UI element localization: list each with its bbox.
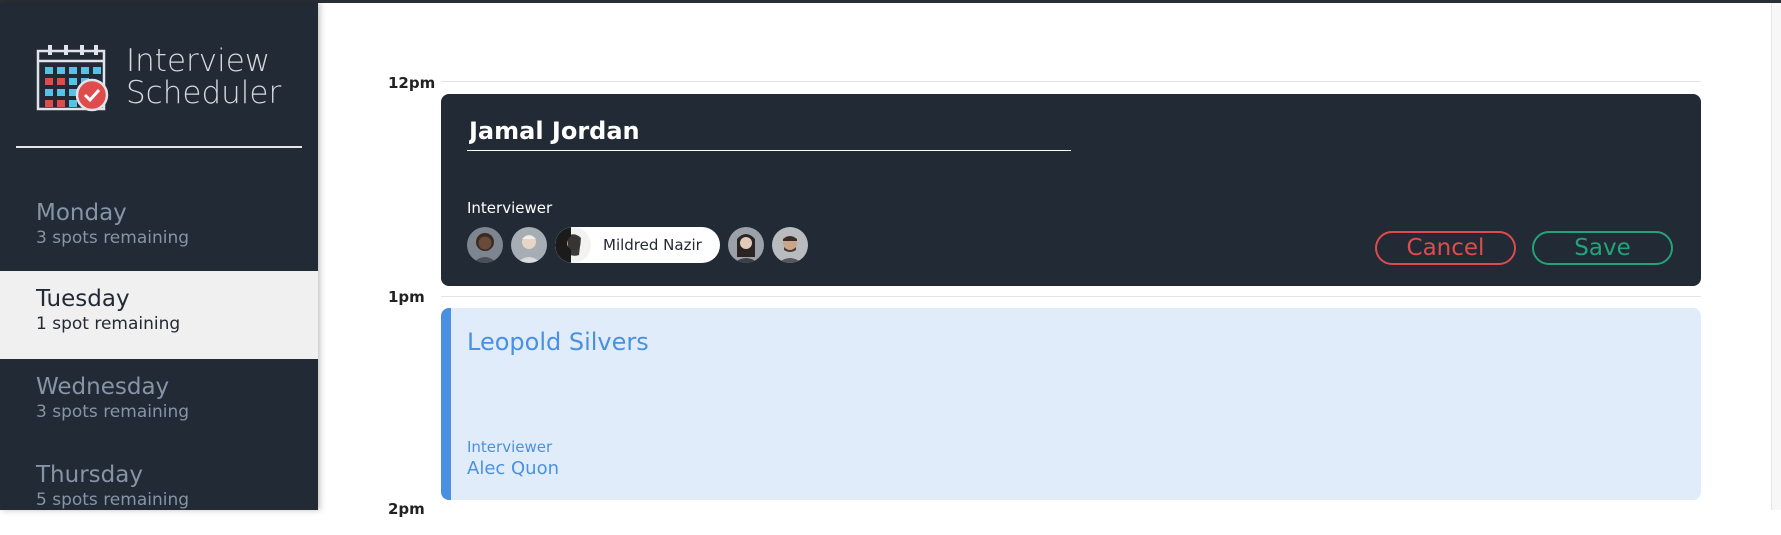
time-label: 2pm bbox=[388, 500, 425, 518]
vertical-scrollbar[interactable] bbox=[1771, 3, 1781, 510]
appointment-interviewer-label: Interviewer bbox=[467, 438, 553, 456]
interviewer-avatar[interactable] bbox=[727, 227, 764, 263]
selected-interviewer-chip[interactable]: Mildred Nazir bbox=[555, 227, 720, 263]
interviewer-list: Mildred Nazir bbox=[467, 227, 816, 263]
day-name: Tuesday bbox=[36, 286, 130, 312]
time-label: 12pm bbox=[388, 74, 436, 92]
appointment-student: Leopold Silvers bbox=[467, 328, 649, 356]
selected-interviewer-name: Mildred Nazir bbox=[603, 236, 702, 254]
day-name: Monday bbox=[36, 200, 127, 226]
day-spots: 3 spots remaining bbox=[36, 228, 190, 248]
appointment-form: Interviewer Mildred Nazir Cancel Save bbox=[441, 94, 1701, 286]
hour-line bbox=[441, 81, 1701, 82]
interviewer-label: Interviewer bbox=[467, 199, 553, 217]
app-title-line2: Scheduler bbox=[126, 75, 282, 111]
student-name-input[interactable] bbox=[467, 116, 1071, 151]
sidebar-item-wednesday[interactable]: Wednesday 3 spots remaining bbox=[0, 359, 318, 447]
day-name: Thursday bbox=[36, 462, 143, 488]
app-title-line1: Interview bbox=[126, 43, 271, 79]
appointment-interviewer-name: Alec Quon bbox=[467, 458, 560, 479]
sidebar-item-monday[interactable]: Monday 3 spots remaining bbox=[0, 185, 318, 273]
appointment-card: Leopold Silvers Interviewer Alec Quon bbox=[441, 308, 1701, 500]
calendar-logo-icon bbox=[36, 45, 109, 112]
day-spots: 5 spots remaining bbox=[36, 490, 190, 510]
interviewer-avatar[interactable] bbox=[771, 227, 808, 263]
app-title: Interview Scheduler bbox=[126, 45, 281, 109]
sidebar: Interview Scheduler Monday 3 spots remai… bbox=[0, 3, 318, 510]
day-spots: 3 spots remaining bbox=[36, 402, 190, 422]
day-spots: 1 spot remaining bbox=[36, 314, 181, 334]
cancel-button[interactable]: Cancel bbox=[1375, 231, 1516, 265]
time-label: 1pm bbox=[388, 288, 425, 306]
card-accent-bar bbox=[441, 308, 451, 500]
sidebar-divider bbox=[16, 146, 302, 148]
hour-line bbox=[441, 296, 1701, 297]
interviewer-avatar bbox=[555, 227, 591, 263]
interviewer-avatar[interactable] bbox=[511, 227, 547, 263]
interviewer-avatar[interactable] bbox=[467, 227, 503, 263]
day-name: Wednesday bbox=[36, 374, 170, 400]
save-button[interactable]: Save bbox=[1532, 231, 1673, 265]
sidebar-item-tuesday[interactable]: Tuesday 1 spot remaining bbox=[0, 271, 318, 359]
sidebar-item-thursday[interactable]: Thursday 5 spots remaining bbox=[0, 447, 318, 535]
